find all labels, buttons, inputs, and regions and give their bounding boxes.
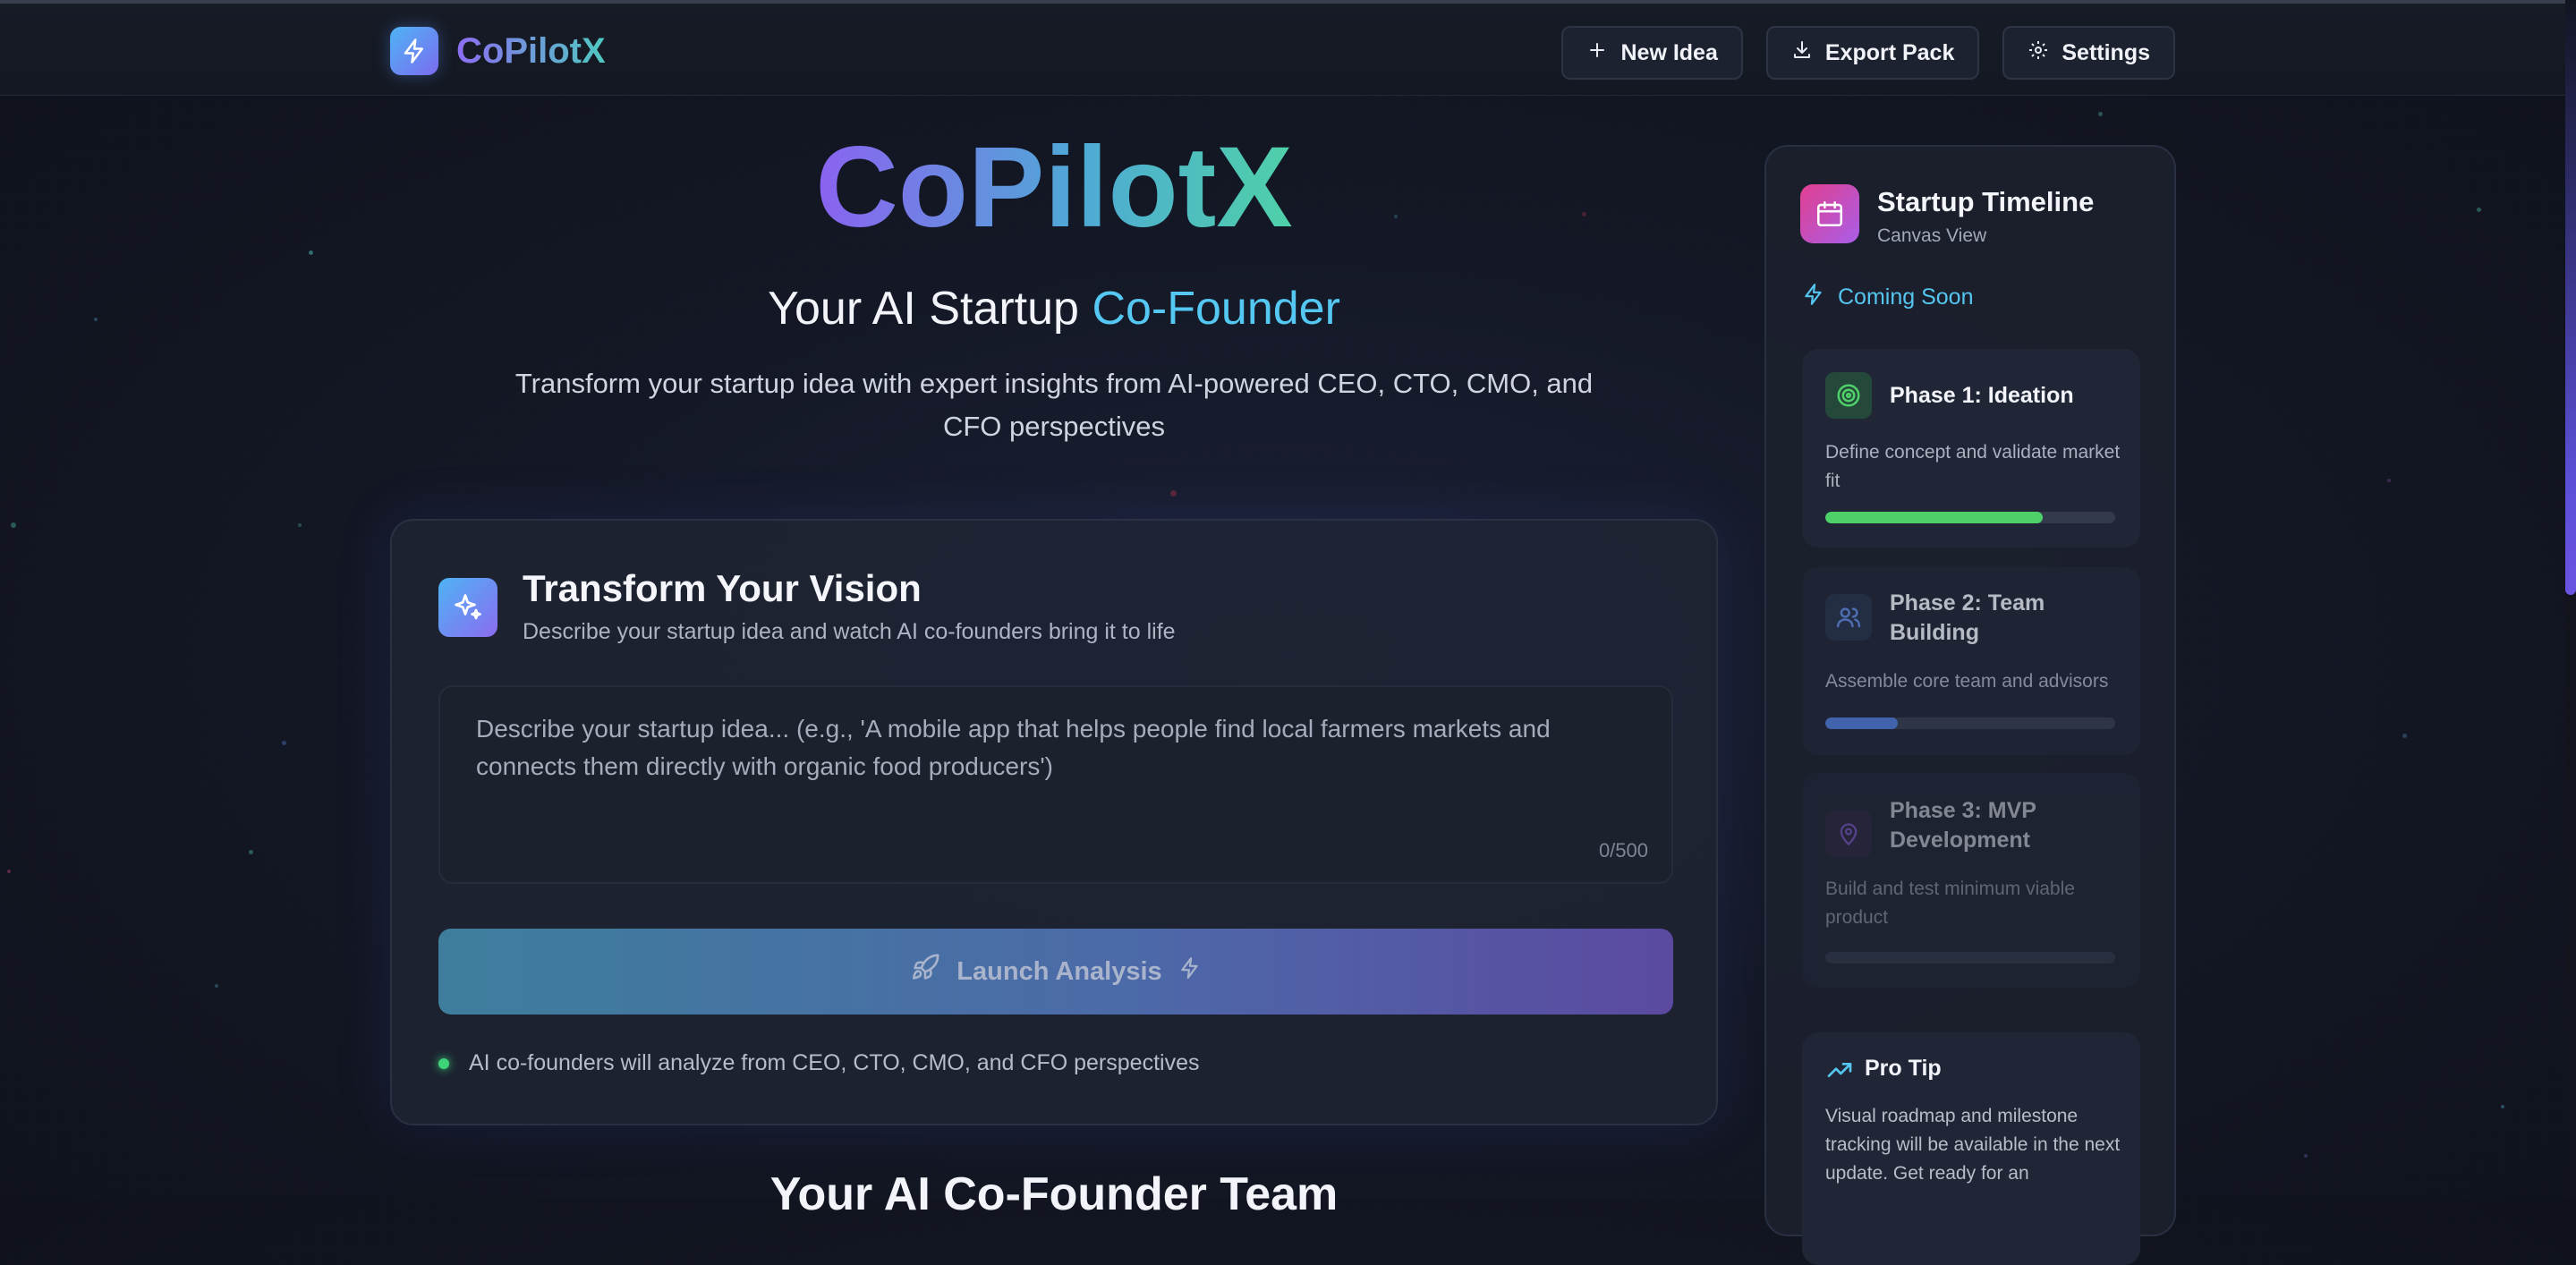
phase-progress-bar <box>1825 952 2115 964</box>
phase-description: Define concept and validate market fit <box>1825 442 2121 491</box>
users-icon <box>1825 594 1872 641</box>
header-actions: New Idea Export Pack Settings <box>1561 26 2175 80</box>
page-scrollbar[interactable] <box>2565 0 2576 1198</box>
hero-subtitle-main: Your AI Startup <box>768 283 1079 335</box>
phase-title: Phase 2: Team Building <box>1890 590 2045 645</box>
phase-card-mvp-development[interactable]: Phase 3: MVP Development Build and test … <box>1802 773 2140 988</box>
download-icon <box>1791 39 1813 67</box>
vision-card-subtitle: Describe your startup idea and watch AI … <box>523 619 1176 644</box>
trending-up-icon <box>1825 1056 1854 1089</box>
hero-description: Transform your startup idea with expert … <box>514 368 1594 442</box>
map-pin-icon <box>1825 811 1872 857</box>
new-idea-button[interactable]: New Idea <box>1561 26 1743 80</box>
startup-timeline-panel: Startup Timeline Canvas View Coming Soon… <box>1764 145 2176 1265</box>
timeline-title: Startup Timeline <box>1877 186 2095 217</box>
export-pack-label: Export Pack <box>1824 39 1955 65</box>
team-section-title: Your AI Co-Founder Team <box>769 1168 1339 1220</box>
phase-progress-bar <box>1825 512 2115 523</box>
hero-subtitle: Your AI Startup Co-Founder <box>390 282 1718 335</box>
lightning-icon <box>390 27 438 75</box>
phase-card-team-building[interactable]: Phase 2: Team Building Assemble core tea… <box>1802 567 2140 755</box>
lightning-icon <box>1178 956 1202 987</box>
pro-tip-text: Visual roadmap and milestone tracking wi… <box>1825 1106 2121 1184</box>
top-navigation-bar: CoPilotX New Idea Export Pack Settings <box>0 0 2576 96</box>
sparkles-icon <box>438 578 497 637</box>
pro-tip-title: Pro Tip <box>1865 1056 1942 1081</box>
analysis-note: AI co-founders will analyze from CEO, CT… <box>438 1050 1199 1076</box>
startup-idea-placeholder: Describe your startup idea... (e.g., 'A … <box>476 715 1551 780</box>
export-pack-button[interactable]: Export Pack <box>1765 26 1980 80</box>
phase-title: Phase 3: MVP Development <box>1890 798 2036 853</box>
phase-description: Build and test minimum viable product <box>1825 879 2075 928</box>
status-dot <box>438 1057 449 1069</box>
settings-button[interactable]: Settings <box>2002 26 2175 80</box>
vision-card: Transform Your Vision Describe your star… <box>390 519 1718 1125</box>
app-logo[interactable]: CoPilotX <box>390 27 606 75</box>
logo-text: CoPilotX <box>456 30 606 71</box>
lightning-icon <box>1802 283 1825 312</box>
startup-idea-input[interactable]: Describe your startup idea... (e.g., 'A … <box>438 685 1673 884</box>
phase-title: Phase 1: Ideation <box>1890 383 2074 408</box>
phase-progress-fill <box>1825 512 2043 523</box>
phase-progress-fill <box>1825 717 1898 729</box>
coming-soon-text: Coming Soon <box>1838 284 1974 310</box>
phase-progress-bar <box>1825 717 2115 729</box>
launch-analysis-button[interactable]: Launch Analysis <box>438 929 1673 1015</box>
vision-card-title: Transform Your Vision <box>523 567 922 609</box>
calendar-icon <box>1800 184 1859 243</box>
plus-icon <box>1586 39 1608 67</box>
target-icon <box>1825 372 1872 419</box>
pro-tip-card: Pro Tip Visual roadmap and milestone tra… <box>1802 1032 2140 1265</box>
timeline-subtitle: Canvas View <box>1877 225 1987 246</box>
settings-label: Settings <box>2062 39 2150 65</box>
launch-analysis-label: Launch Analysis <box>956 956 1162 986</box>
analysis-note-text: AI co-founders will analyze from CEO, CT… <box>469 1050 1200 1075</box>
scrollbar-thumb[interactable] <box>2565 0 2576 595</box>
coming-soon-label: Coming Soon <box>1802 283 1973 312</box>
new-idea-label: New Idea <box>1620 39 1718 65</box>
character-counter: 0/500 <box>1598 839 1648 862</box>
phase-description: Assemble core team and advisors <box>1825 671 2109 692</box>
phase-card-ideation[interactable]: Phase 1: Ideation Define concept and val… <box>1802 349 2140 548</box>
hero-subtitle-accent: Co-Founder <box>1092 283 1340 335</box>
hero-title: CoPilotX <box>815 123 1293 251</box>
gear-icon <box>2028 39 2049 67</box>
rocket-icon <box>910 953 940 990</box>
